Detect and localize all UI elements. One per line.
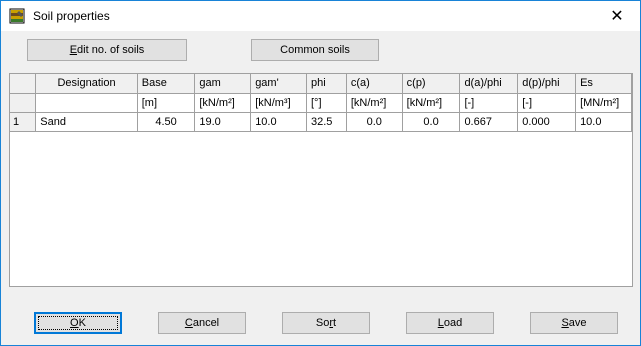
save-button[interactable]: Save (530, 312, 618, 334)
header-da-phi[interactable]: d(a)/phi (459, 74, 519, 94)
cell-ca[interactable]: 0.0 (346, 112, 403, 132)
corner-cell-units (10, 93, 37, 113)
edit-no-of-soils-button[interactable]: Edit no. of soils (27, 39, 187, 61)
table-row[interactable]: 1 Sand 4.50 19.0 10.0 32.5 0.0 0.0 0.667… (10, 112, 632, 132)
header-es[interactable]: Es (575, 74, 632, 94)
corner-cell (10, 74, 37, 94)
cancel-button[interactable]: Cancel (158, 312, 246, 334)
focus-rectangle (38, 316, 118, 330)
ok-button[interactable]: OK (34, 312, 122, 334)
unit-base: [m] (137, 93, 196, 113)
cell-base[interactable]: 4.50 (137, 112, 196, 132)
cancel-mnemonic: C (184, 317, 193, 329)
sort-button[interactable]: Sort (282, 312, 370, 334)
close-button[interactable]: ✕ (594, 1, 640, 31)
cell-da-phi[interactable]: 0.667 (459, 112, 519, 132)
save-mnemonic: S (561, 317, 569, 329)
sort-label-rest: t (333, 317, 337, 329)
unit-ca: [kN/m²] (346, 93, 403, 113)
unit-dp-phi: [-] (517, 93, 577, 113)
header-row: Designation Base gam gam' phi c(a) c(p) … (10, 74, 632, 94)
cell-gam[interactable]: 19.0 (194, 112, 252, 132)
common-soils-label: Common soils (280, 44, 350, 56)
unit-designation (35, 93, 138, 113)
sort-label-prefix: So (315, 317, 330, 329)
common-soils-button[interactable]: Common soils (251, 39, 379, 61)
soil-layers-icon (9, 8, 25, 24)
header-gam-prime[interactable]: gam' (250, 74, 307, 94)
header-cp[interactable]: c(p) (402, 74, 461, 94)
header-phi[interactable]: phi (306, 74, 347, 94)
soil-table[interactable]: Designation Base gam gam' phi c(a) c(p) … (9, 73, 633, 287)
edit-mnemonic: E (69, 44, 78, 56)
cancel-label: Cancel (185, 317, 219, 329)
title-bar[interactable]: Soil properties ✕ (1, 1, 640, 31)
unit-da-phi: [-] (459, 93, 519, 113)
unit-es: [MN/m²] (575, 93, 632, 113)
row-number[interactable]: 1 (10, 112, 37, 132)
soil-properties-dialog: Soil properties ✕ Edit no. of soils Comm… (0, 0, 641, 346)
unit-phi: [°] (306, 93, 347, 113)
header-designation[interactable]: Designation (35, 74, 138, 94)
cell-es[interactable]: 10.0 (575, 112, 632, 132)
header-dp-phi[interactable]: d(p)/phi (517, 74, 577, 94)
save-label: Save (561, 317, 586, 329)
edit-label-rest: dit no. of soils (77, 44, 145, 56)
load-button[interactable]: Load (406, 312, 494, 334)
cell-cp[interactable]: 0.0 (402, 112, 461, 132)
units-row: [m] [kN/m²] [kN/m³] [°] [kN/m²] [kN/m²] … (10, 93, 632, 113)
cancel-label-rest: ancel (192, 317, 220, 329)
window-title: Soil properties (33, 9, 110, 23)
edit-no-of-soils-label: Edit no. of soils (70, 44, 145, 56)
sort-label: Sort (316, 317, 336, 329)
soil-grid: Designation Base gam gam' phi c(a) c(p) … (10, 74, 632, 132)
header-base[interactable]: Base (137, 74, 196, 94)
load-label: Load (438, 317, 462, 329)
unit-cp: [kN/m²] (402, 93, 461, 113)
cell-dp-phi[interactable]: 0.000 (517, 112, 577, 132)
cell-gam-prime[interactable]: 10.0 (250, 112, 307, 132)
header-ca[interactable]: c(a) (346, 74, 403, 94)
unit-gam-prime: [kN/m³] (250, 93, 307, 113)
cell-phi[interactable]: 32.5 (306, 112, 347, 132)
load-label-rest: oad (443, 317, 463, 329)
save-label-rest: ave (568, 317, 587, 329)
cell-designation[interactable]: Sand (35, 112, 138, 132)
header-gam[interactable]: gam (194, 74, 252, 94)
unit-gam: [kN/m²] (194, 93, 252, 113)
close-icon: ✕ (610, 8, 624, 25)
